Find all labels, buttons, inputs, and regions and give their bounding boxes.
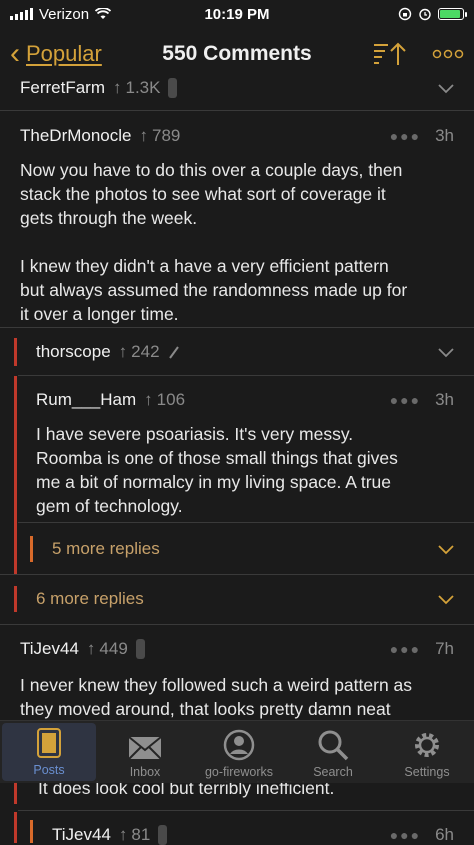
tab-inbox[interactable]: Inbox bbox=[98, 721, 192, 783]
divider bbox=[0, 110, 474, 111]
comment-options-icon[interactable]: ●●● bbox=[390, 128, 421, 144]
nav-bar: ‹ Popular 550 Comments bbox=[0, 28, 474, 80]
user-flair bbox=[158, 825, 168, 845]
more-replies-label: 5 more replies bbox=[52, 539, 160, 558]
comment-score: 81 bbox=[131, 825, 151, 844]
upvote-icon: ↑ bbox=[86, 639, 96, 658]
divider bbox=[0, 327, 474, 328]
comment-age: 6h bbox=[435, 825, 454, 844]
comment-score: 106 bbox=[156, 390, 186, 409]
upvote-icon: ↑ bbox=[144, 390, 153, 409]
divider bbox=[18, 522, 474, 523]
search-icon bbox=[318, 730, 349, 761]
thread-bar bbox=[14, 586, 17, 612]
comment-options-icon[interactable]: ●●● bbox=[390, 641, 421, 657]
divider bbox=[18, 810, 474, 811]
comment-score: 1.3K bbox=[125, 78, 161, 97]
thread-bar bbox=[14, 812, 17, 843]
chevron-left-icon: ‹ bbox=[10, 37, 20, 70]
tab-bar: Posts Inbox go-fireworks Search Settings bbox=[0, 720, 474, 783]
upvote-icon: ↑ bbox=[139, 126, 149, 145]
tab-search[interactable]: Search bbox=[286, 721, 380, 783]
chevron-down-icon bbox=[438, 595, 454, 605]
settings-icon bbox=[415, 733, 439, 757]
comment-score: 789 bbox=[152, 126, 181, 145]
comment-author[interactable]: TiJev44 bbox=[52, 825, 111, 845]
chevron-down-icon bbox=[438, 545, 454, 555]
thread-bar-nested bbox=[30, 820, 33, 843]
comment-body[interactable]: I have severe psoariasis. It's very mess… bbox=[36, 422, 466, 518]
comment-author[interactable]: thorscope bbox=[36, 342, 111, 362]
back-button[interactable]: ‹ Popular bbox=[10, 39, 102, 69]
comment-age: 3h bbox=[435, 390, 454, 409]
back-label: Popular bbox=[26, 41, 102, 66]
tab-label: Inbox bbox=[129, 765, 161, 779]
thread-bar bbox=[14, 782, 17, 804]
tab-profile[interactable]: go-fireworks bbox=[192, 721, 286, 783]
wifi-icon bbox=[95, 8, 112, 19]
user-flair bbox=[135, 639, 145, 659]
upvote-icon: ↑ bbox=[118, 825, 128, 844]
edited-pencil-icon bbox=[168, 346, 179, 359]
comment-score: 242 bbox=[131, 342, 160, 361]
comment-body[interactable]: I never knew they followed such a weird … bbox=[20, 673, 465, 721]
tab-posts[interactable]: Posts bbox=[2, 723, 96, 781]
comment-body[interactable]: Now you have to do this over a couple da… bbox=[20, 158, 460, 326]
comment-author[interactable]: FerretFarm bbox=[20, 78, 105, 98]
comment-author[interactable]: TiJev44 bbox=[20, 639, 79, 659]
alarm-icon bbox=[419, 8, 431, 21]
comment-age: 7h bbox=[435, 639, 454, 658]
more-options-icon[interactable] bbox=[432, 49, 464, 59]
thread-bar-nested bbox=[30, 536, 33, 562]
carrier-name: Verizon bbox=[39, 5, 90, 23]
comment-age: 3h bbox=[435, 126, 454, 145]
signal-icon bbox=[10, 8, 33, 20]
divider bbox=[0, 624, 474, 625]
divider bbox=[18, 375, 474, 376]
posts-icon bbox=[37, 728, 61, 758]
divider bbox=[0, 574, 474, 575]
comment-author[interactable]: TheDrMonocle bbox=[20, 126, 132, 146]
tab-label: Search bbox=[313, 765, 353, 779]
tab-label: go-fireworks bbox=[204, 765, 274, 779]
rotation-lock-icon bbox=[398, 7, 412, 21]
tab-settings[interactable]: Settings bbox=[380, 721, 474, 783]
comment-options-icon[interactable]: ●●● bbox=[390, 392, 421, 408]
tab-label: Settings bbox=[404, 765, 450, 779]
comment-author[interactable]: Rum___Ham bbox=[36, 390, 136, 410]
profile-icon bbox=[223, 729, 255, 761]
user-flair bbox=[168, 78, 178, 98]
upvote-icon: ↑ bbox=[113, 78, 122, 97]
more-replies-label: 6 more replies bbox=[36, 589, 144, 608]
upvote-icon: ↑ bbox=[118, 342, 128, 361]
sort-icon[interactable] bbox=[372, 41, 406, 67]
comment-options-icon[interactable]: ●●● bbox=[390, 827, 421, 843]
thread-bar bbox=[14, 376, 17, 574]
tab-label: Posts bbox=[33, 763, 65, 777]
comment-score: 449 bbox=[99, 639, 128, 658]
inbox-icon bbox=[128, 736, 162, 760]
status-bar: Verizon 10:19 PM bbox=[0, 0, 474, 28]
chevron-down-icon[interactable] bbox=[438, 348, 454, 358]
battery-icon bbox=[438, 8, 467, 20]
thread-bar bbox=[14, 338, 17, 366]
chevron-down-icon[interactable] bbox=[438, 84, 454, 94]
